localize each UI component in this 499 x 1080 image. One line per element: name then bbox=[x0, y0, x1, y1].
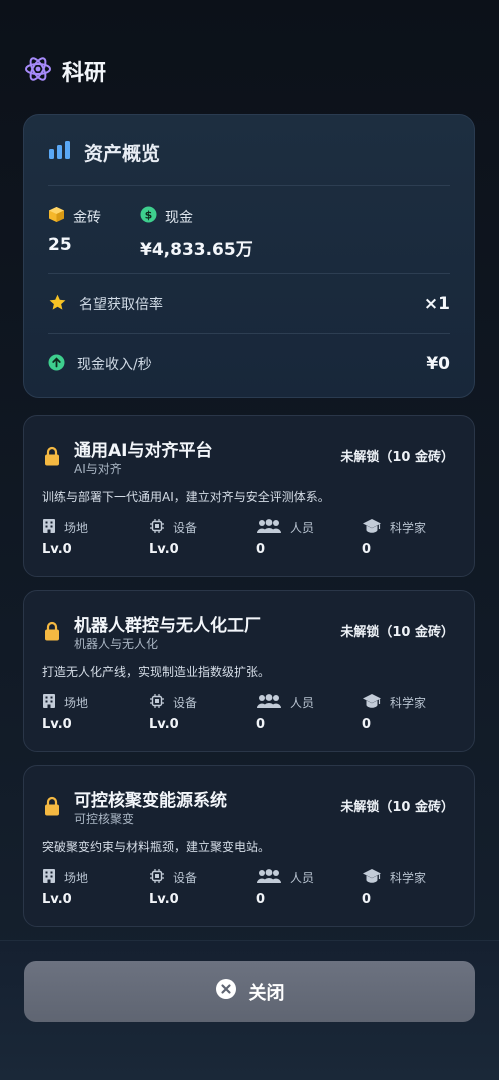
staff-value: 0 bbox=[256, 717, 266, 732]
svg-text:$: $ bbox=[145, 209, 153, 222]
cash-value: ¥4,833.65万 bbox=[140, 240, 253, 260]
staff-stat: 人员 0 bbox=[256, 868, 314, 907]
project-subtitle: 可控核聚变 bbox=[74, 812, 135, 826]
lock-icon bbox=[44, 446, 60, 470]
equipment-label: 设备 bbox=[173, 520, 198, 535]
cash-asset: $ 现金 ¥4,833.65万 bbox=[140, 206, 253, 260]
cash-label: 现金 bbox=[165, 209, 193, 226]
scientist-stat: 科学家 0 bbox=[362, 868, 426, 907]
unlock-status[interactable]: 未解锁（10 金砖） bbox=[340, 621, 454, 640]
project-subtitle: 机器人与无人化 bbox=[74, 637, 159, 651]
building-icon bbox=[42, 868, 56, 887]
divider bbox=[48, 333, 450, 334]
equipment-stat: 设备 Lv.0 bbox=[149, 868, 197, 907]
site-stat: 场地 Lv.0 bbox=[42, 518, 88, 557]
staff-value: 0 bbox=[256, 542, 266, 557]
close-button[interactable]: 关闭 bbox=[24, 961, 475, 1022]
lock-icon bbox=[44, 621, 60, 645]
staff-value: 0 bbox=[256, 892, 266, 907]
scientist-value: 0 bbox=[362, 892, 372, 907]
equipment-stat: 设备 Lv.0 bbox=[149, 693, 197, 732]
reputation-label: 名望获取倍率 bbox=[79, 297, 163, 313]
site-label: 场地 bbox=[64, 695, 89, 710]
site-label: 场地 bbox=[64, 870, 89, 885]
divider bbox=[48, 273, 450, 274]
page-header: 科研 bbox=[24, 54, 106, 88]
dollar-coin-icon: $ bbox=[140, 206, 157, 227]
building-icon bbox=[42, 518, 56, 537]
income-row: 现金收入/秒 ¥0 bbox=[48, 349, 450, 379]
divider bbox=[48, 185, 450, 186]
income-value: ¥0 bbox=[426, 354, 450, 374]
staff-label: 人员 bbox=[290, 695, 315, 710]
project-name: 可控核聚变能源系统 bbox=[74, 791, 227, 811]
site-value: Lv.0 bbox=[42, 892, 72, 907]
overview-header: 资产概览 bbox=[48, 139, 160, 165]
gold-label: 金砖 bbox=[73, 209, 101, 226]
graduation-cap-icon bbox=[362, 693, 382, 712]
lock-icon bbox=[44, 796, 60, 820]
equipment-value: Lv.0 bbox=[149, 717, 179, 732]
site-stat: 场地 Lv.0 bbox=[42, 693, 88, 732]
graduation-cap-icon bbox=[362, 518, 382, 537]
scientist-label: 科学家 bbox=[390, 695, 427, 710]
income-label: 现金收入/秒 bbox=[77, 357, 152, 373]
equipment-value: Lv.0 bbox=[149, 892, 179, 907]
atom-icon bbox=[24, 55, 52, 87]
star-icon bbox=[48, 293, 67, 316]
project-description: 训练与部署下一代通用AI，建立对齐与安全评测体系。 bbox=[42, 490, 330, 504]
people-icon bbox=[256, 693, 282, 712]
scientist-stat: 科学家 0 bbox=[362, 518, 426, 557]
staff-stat: 人员 0 bbox=[256, 693, 314, 732]
equipment-value: Lv.0 bbox=[149, 542, 179, 557]
scientist-value: 0 bbox=[362, 542, 372, 557]
scientist-label: 科学家 bbox=[390, 870, 427, 885]
research-project-card[interactable]: 可控核聚变能源系统 可控核聚变 未解锁（10 金砖） 突破聚变约束与材料瓶颈，建… bbox=[23, 765, 475, 927]
research-project-card[interactable]: 通用AI与对齐平台 AI与对齐 未解锁（10 金砖） 训练与部署下一代通用AI，… bbox=[23, 415, 475, 577]
staff-stat: 人员 0 bbox=[256, 518, 314, 557]
research-project-card[interactable]: 机器人群控与无人化工厂 机器人与无人化 未解锁（10 金砖） 打造无人化产线，实… bbox=[23, 590, 475, 752]
project-name: 通用AI与对齐平台 bbox=[74, 441, 213, 461]
bar-chart-icon bbox=[48, 140, 72, 164]
unlock-status[interactable]: 未解锁（10 金砖） bbox=[340, 446, 454, 465]
site-value: Lv.0 bbox=[42, 542, 72, 557]
equipment-label: 设备 bbox=[173, 870, 198, 885]
asset-overview-card: 资产概览 金砖 25 $ 现金 ¥4,833.65万 名望获取倍率 ×1 现金收… bbox=[23, 114, 475, 398]
site-label: 场地 bbox=[64, 520, 89, 535]
people-icon bbox=[256, 518, 282, 537]
close-label: 关闭 bbox=[248, 982, 285, 1004]
equipment-label: 设备 bbox=[173, 695, 198, 710]
gold-value: 25 bbox=[48, 235, 72, 255]
gold-brick-icon bbox=[48, 206, 65, 227]
project-description: 突破聚变约束与材料瓶颈，建立聚变电站。 bbox=[42, 840, 271, 854]
gold-asset: 金砖 25 bbox=[48, 206, 101, 255]
chip-icon bbox=[149, 868, 165, 887]
project-name: 机器人群控与无人化工厂 bbox=[74, 616, 261, 636]
chip-icon bbox=[149, 518, 165, 537]
bottom-bar: 关闭 bbox=[0, 940, 499, 1080]
scientist-label: 科学家 bbox=[390, 520, 427, 535]
project-subtitle: AI与对齐 bbox=[74, 462, 122, 476]
graduation-cap-icon bbox=[362, 868, 382, 887]
close-icon bbox=[215, 978, 237, 1005]
staff-label: 人员 bbox=[290, 520, 315, 535]
site-value: Lv.0 bbox=[42, 717, 72, 732]
page-title: 科研 bbox=[62, 61, 107, 86]
staff-label: 人员 bbox=[290, 870, 315, 885]
equipment-stat: 设备 Lv.0 bbox=[149, 518, 197, 557]
reputation-row: 名望获取倍率 ×1 bbox=[48, 289, 450, 319]
project-description: 打造无人化产线，实现制造业指数级扩张。 bbox=[42, 665, 271, 679]
unlock-status[interactable]: 未解锁（10 金砖） bbox=[340, 796, 454, 815]
scientist-value: 0 bbox=[362, 717, 372, 732]
site-stat: 场地 Lv.0 bbox=[42, 868, 88, 907]
scientist-stat: 科学家 0 bbox=[362, 693, 426, 732]
people-icon bbox=[256, 868, 282, 887]
building-icon bbox=[42, 693, 56, 712]
overview-title: 资产概览 bbox=[84, 142, 161, 165]
arrow-up-circle-icon bbox=[48, 354, 65, 375]
reputation-value: ×1 bbox=[423, 294, 450, 314]
chip-icon bbox=[149, 693, 165, 712]
